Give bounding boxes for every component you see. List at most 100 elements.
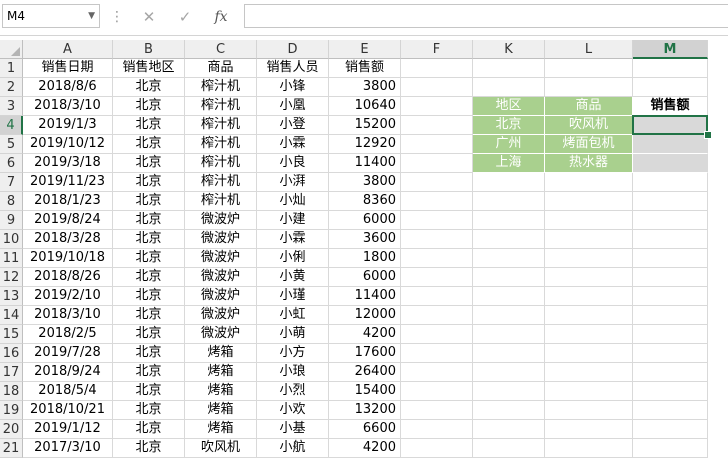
- cell-f4[interactable]: [401, 116, 473, 135]
- cell-f3[interactable]: [401, 97, 473, 116]
- cell-c6[interactable]: 榨汁机: [185, 154, 257, 173]
- cell-c7[interactable]: 榨汁机: [185, 173, 257, 192]
- cell-c12[interactable]: 微波炉: [185, 268, 257, 287]
- row-header-19[interactable]: 19: [0, 401, 23, 420]
- cell-c11[interactable]: 微波炉: [185, 249, 257, 268]
- cell-m5[interactable]: [633, 135, 708, 154]
- cell-k15[interactable]: [473, 325, 545, 344]
- cell-f12[interactable]: [401, 268, 473, 287]
- cell-b1[interactable]: 销售地区: [113, 59, 185, 78]
- cell-c20[interactable]: 烤箱: [185, 420, 257, 439]
- cell-e6[interactable]: 11400: [329, 154, 401, 173]
- cell-d5[interactable]: 小霖: [257, 135, 329, 154]
- cell-f10[interactable]: [401, 230, 473, 249]
- cell-e19[interactable]: 13200: [329, 401, 401, 420]
- cell-a12[interactable]: 2018/8/26: [23, 268, 113, 287]
- row-header-16[interactable]: 16: [0, 344, 23, 363]
- select-all-button[interactable]: [0, 40, 23, 59]
- cell-l10[interactable]: [545, 230, 633, 249]
- row-header-11[interactable]: 11: [0, 249, 23, 268]
- cell-m20[interactable]: [633, 420, 708, 439]
- cell-m9[interactable]: [633, 211, 708, 230]
- insert-function-icon[interactable]: fx: [209, 6, 233, 28]
- cell-e12[interactable]: 6000: [329, 268, 401, 287]
- cell-m7[interactable]: [633, 173, 708, 192]
- row-header-2[interactable]: 2: [0, 78, 23, 97]
- cell-m6[interactable]: [633, 154, 708, 173]
- cell-d19[interactable]: 小欢: [257, 401, 329, 420]
- cell-b6[interactable]: 北京: [113, 154, 185, 173]
- row-header-18[interactable]: 18: [0, 382, 23, 401]
- cell-d17[interactable]: 小琅: [257, 363, 329, 382]
- cell-m17[interactable]: [633, 363, 708, 382]
- cell-k1[interactable]: [473, 59, 545, 78]
- cell-e2[interactable]: 3800: [329, 78, 401, 97]
- cell-a11[interactable]: 2019/10/18: [23, 249, 113, 268]
- cell-k16[interactable]: [473, 344, 545, 363]
- row-header-1[interactable]: 1: [0, 59, 23, 78]
- cell-b7[interactable]: 北京: [113, 173, 185, 192]
- cell-a9[interactable]: 2019/8/24: [23, 211, 113, 230]
- column-header-b[interactable]: B: [113, 40, 185, 59]
- cell-f18[interactable]: [401, 382, 473, 401]
- cell-k18[interactable]: [473, 382, 545, 401]
- cell-k20[interactable]: [473, 420, 545, 439]
- cell-b19[interactable]: 北京: [113, 401, 185, 420]
- cell-f8[interactable]: [401, 192, 473, 211]
- cell-f1[interactable]: [401, 59, 473, 78]
- cell-k4[interactable]: 北京: [473, 116, 545, 135]
- cell-f13[interactable]: [401, 287, 473, 306]
- cell-a6[interactable]: 2019/3/18: [23, 154, 113, 173]
- row-header-6[interactable]: 6: [0, 154, 23, 173]
- cell-d11[interactable]: 小俐: [257, 249, 329, 268]
- cell-b9[interactable]: 北京: [113, 211, 185, 230]
- cell-d10[interactable]: 小霖: [257, 230, 329, 249]
- cell-m8[interactable]: [633, 192, 708, 211]
- cell-a21[interactable]: 2017/3/10: [23, 439, 113, 458]
- cell-m19[interactable]: [633, 401, 708, 420]
- cell-c4[interactable]: 榨汁机: [185, 116, 257, 135]
- cell-e21[interactable]: 4200: [329, 439, 401, 458]
- cell-f17[interactable]: [401, 363, 473, 382]
- cell-k9[interactable]: [473, 211, 545, 230]
- row-header-20[interactable]: 20: [0, 420, 23, 439]
- cell-e10[interactable]: 3600: [329, 230, 401, 249]
- cell-d12[interactable]: 小黄: [257, 268, 329, 287]
- cell-d8[interactable]: 小灿: [257, 192, 329, 211]
- cell-d3[interactable]: 小凰: [257, 97, 329, 116]
- column-header-m[interactable]: M: [633, 40, 708, 59]
- cell-c19[interactable]: 烤箱: [185, 401, 257, 420]
- cell-l12[interactable]: [545, 268, 633, 287]
- cell-l8[interactable]: [545, 192, 633, 211]
- cell-a17[interactable]: 2018/9/24: [23, 363, 113, 382]
- cell-c18[interactable]: 烤箱: [185, 382, 257, 401]
- cell-k6[interactable]: 上海: [473, 154, 545, 173]
- cell-k11[interactable]: [473, 249, 545, 268]
- cell-a20[interactable]: 2019/1/12: [23, 420, 113, 439]
- cell-e13[interactable]: 11400: [329, 287, 401, 306]
- cell-l6[interactable]: 热水器: [545, 154, 633, 173]
- name-box[interactable]: M4 ▼: [2, 4, 100, 28]
- cell-c21[interactable]: 吹风机: [185, 439, 257, 458]
- cell-m3[interactable]: 销售额: [633, 97, 708, 116]
- column-header-c[interactable]: C: [185, 40, 257, 59]
- cell-m12[interactable]: [633, 268, 708, 287]
- cell-b11[interactable]: 北京: [113, 249, 185, 268]
- cell-d7[interactable]: 小湃: [257, 173, 329, 192]
- cell-k10[interactable]: [473, 230, 545, 249]
- row-header-17[interactable]: 17: [0, 363, 23, 382]
- cell-a19[interactable]: 2018/10/21: [23, 401, 113, 420]
- cell-c14[interactable]: 微波炉: [185, 306, 257, 325]
- cell-m1[interactable]: [633, 59, 708, 78]
- cell-e14[interactable]: 12000: [329, 306, 401, 325]
- cell-b10[interactable]: 北京: [113, 230, 185, 249]
- cell-m15[interactable]: [633, 325, 708, 344]
- cell-b3[interactable]: 北京: [113, 97, 185, 116]
- cell-e17[interactable]: 26400: [329, 363, 401, 382]
- cell-e1[interactable]: 销售额: [329, 59, 401, 78]
- cell-m18[interactable]: [633, 382, 708, 401]
- cell-d14[interactable]: 小虹: [257, 306, 329, 325]
- cell-l16[interactable]: [545, 344, 633, 363]
- cell-k2[interactable]: [473, 78, 545, 97]
- cell-e15[interactable]: 4200: [329, 325, 401, 344]
